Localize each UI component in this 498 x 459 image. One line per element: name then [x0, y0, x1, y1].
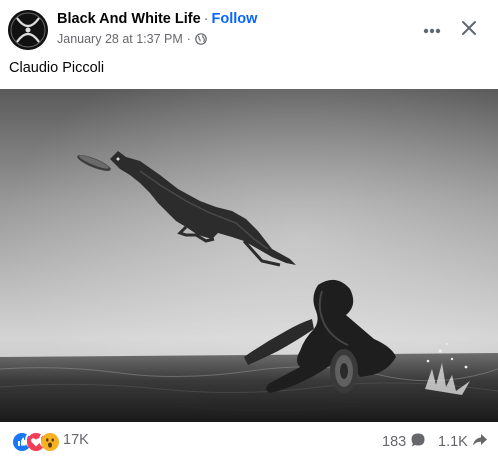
comments-count-button[interactable]: 183: [382, 432, 426, 452]
page-name-link[interactable]: Black And White Life: [57, 11, 201, 27]
page-avatar[interactable]: [8, 10, 48, 50]
photo-artwork: [0, 89, 498, 422]
post-header: Black And White Life · Follow January 28 a…: [8, 10, 490, 52]
globe-icon[interactable]: [195, 33, 207, 45]
separator-dot: ·: [203, 11, 209, 27]
comment-count: 183: [382, 434, 407, 450]
share-count: 1.1K: [438, 434, 468, 450]
shares-count-button[interactable]: 1.1K: [438, 432, 488, 452]
page-name-line: Black And White Life · Follow: [57, 11, 257, 27]
post-footer: 17K 183 1.1K: [0, 422, 498, 459]
follow-button[interactable]: Follow: [212, 11, 258, 27]
comment-icon: [406, 432, 426, 452]
wow-icon: [39, 431, 59, 451]
more-options-button[interactable]: [418, 16, 446, 44]
post-photo[interactable]: [0, 89, 498, 422]
reactions-summary[interactable]: 17K: [11, 431, 89, 451]
facebook-post: Black And White Life · Follow January 28 a…: [0, 0, 498, 459]
post-meta: January 28 at 1:37 PM ·: [57, 32, 207, 46]
meta-separator: ·: [186, 32, 191, 46]
share-icon: [468, 432, 488, 452]
close-icon: [461, 20, 477, 41]
more-options-icon: [423, 21, 441, 39]
close-button[interactable]: [455, 16, 483, 44]
post-timestamp[interactable]: January 28 at 1:37 PM: [57, 32, 183, 46]
reaction-count: 17K: [63, 432, 89, 448]
post-caption: Claudio Piccoli: [9, 60, 105, 76]
